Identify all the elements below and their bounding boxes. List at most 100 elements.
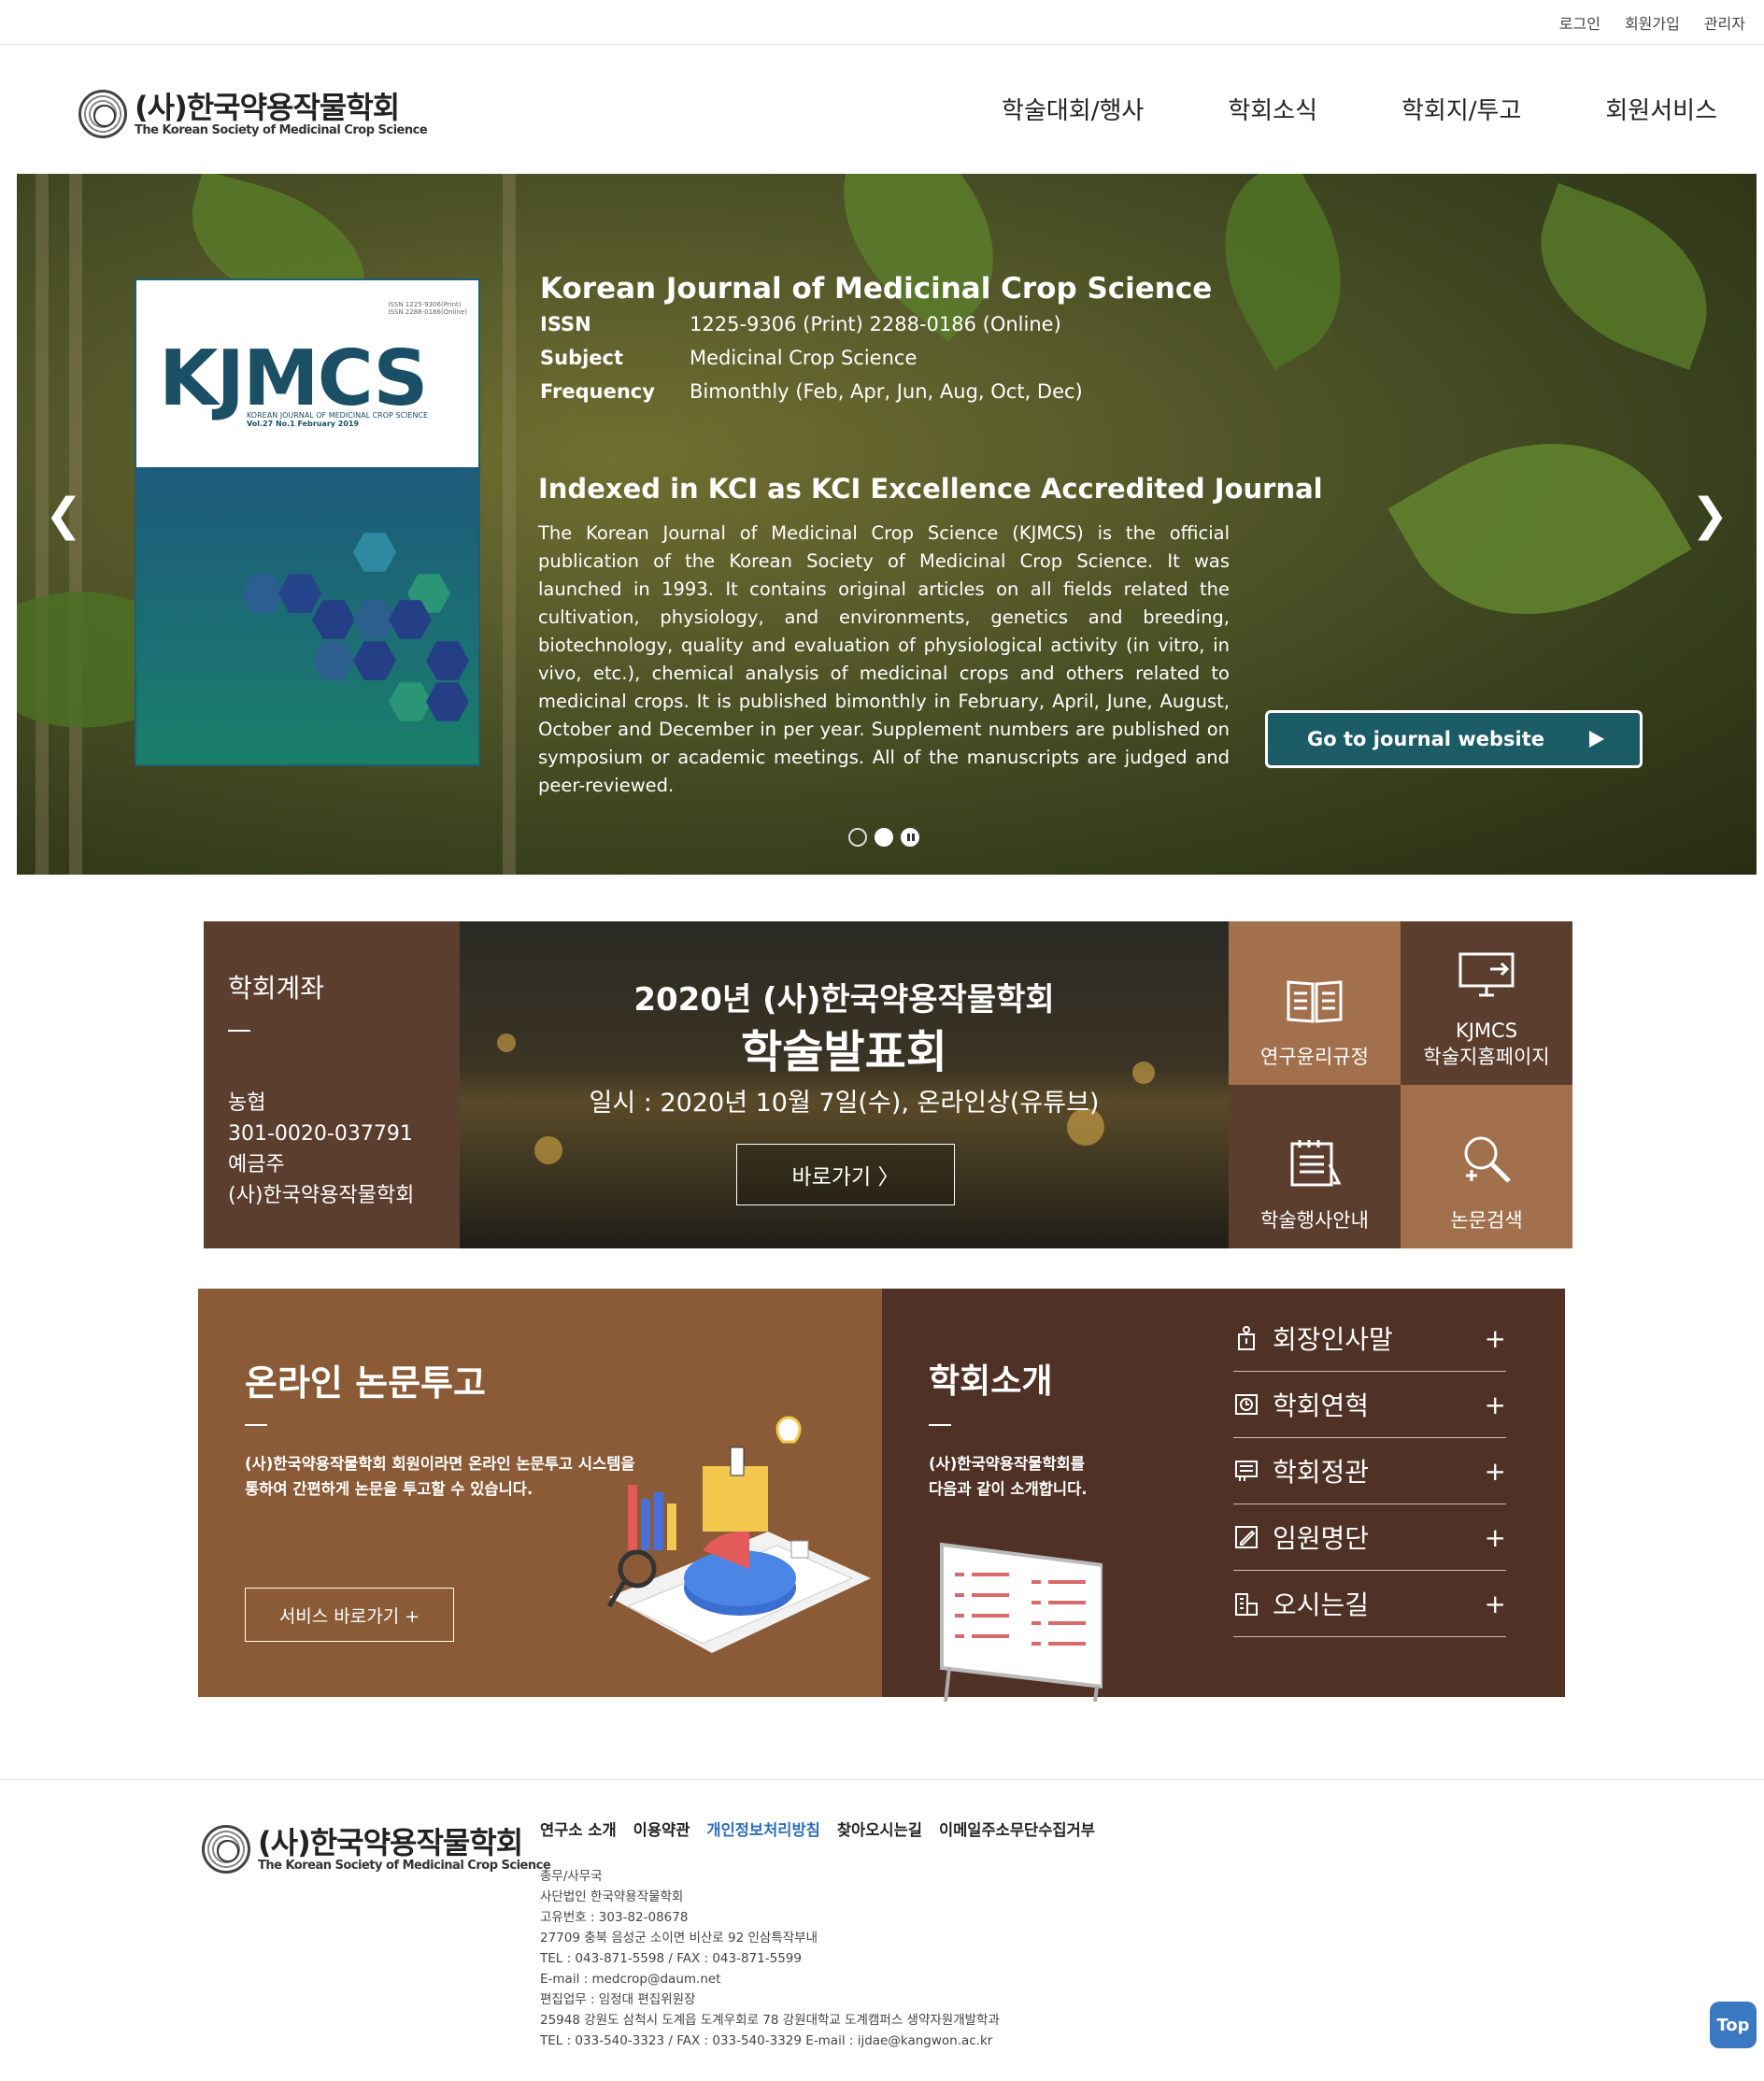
nav-item-news[interactable]: 학회소식 [1228, 92, 1317, 126]
journal-title: Korean Journal of Medicinal Crop Science [540, 272, 1213, 306]
expand-icon: + [1484, 1389, 1506, 1420]
event-title-line2: 학술발표회 [741, 1026, 947, 1078]
footer-link-directions[interactable]: 찾아오시는길 [837, 1817, 922, 1840]
quick-link-ethics[interactable]: 연구윤리규정 [1229, 921, 1401, 1085]
account-title: 학회계좌 [228, 973, 325, 1004]
expand-icon: + [1484, 1521, 1506, 1553]
logo-korean: (사)한국약용작물학회 [135, 89, 400, 125]
cover-subtitle: KOREAN JOURNAL OF MEDICINAL CROP SCIENCE… [247, 411, 429, 428]
site-logo[interactable]: (사)한국약용작물학회 The Korean Society of Medici… [78, 89, 428, 138]
hexagon-icon [353, 641, 396, 680]
scroll-top-button[interactable]: Top [1710, 2002, 1757, 2048]
account-holder: (사)한국약용작물학회 [228, 1184, 415, 1207]
pause-icon[interactable] [901, 828, 919, 847]
slide-dot-2[interactable] [875, 828, 893, 847]
slide-dot-1[interactable] [848, 828, 867, 847]
monitor-icon [1458, 952, 1515, 997]
intro-menu-history[interactable]: 학회연혁 + [1233, 1372, 1506, 1438]
quick-link-search[interactable]: 논문검색 [1401, 1085, 1572, 1248]
journal-website-button[interactable]: Go to journal website [1265, 710, 1643, 768]
quick-link-journal-home[interactable]: KJMCS 학술지홈페이지 [1401, 921, 1572, 1085]
intro-description: (사)한국약용작물학회를 다음과 같이 소개합니다. [929, 1455, 1088, 1498]
footer-logo[interactable]: (사)한국약용작물학회 The Korean Society of Medici… [202, 1824, 551, 1874]
calendar-icon [1290, 1140, 1342, 1187]
meta-subject: Subject Medicinal Crop Science [540, 347, 918, 369]
history-icon [1235, 1394, 1258, 1415]
data-analysis-illustration [606, 1416, 871, 1653]
intro-menu-officers[interactable]: 임원명단 + [1233, 1504, 1506, 1571]
divider [929, 1424, 951, 1426]
account-number: 301-0020-037791 [228, 1122, 413, 1146]
kci-headline: Indexed in KCI as KCI Excellence Accredi… [538, 473, 1323, 505]
document-icon [1235, 1461, 1258, 1481]
person-icon [1238, 1326, 1255, 1350]
search-icon [1464, 1136, 1511, 1183]
main-nav: 학술대회/행사 학회소식 학회지/투고 회원서비스 [1002, 92, 1717, 126]
footer-link-email-policy[interactable]: 이메일주소무단수집거부 [939, 1817, 1095, 1840]
slider-prev-button[interactable]: ❮ [45, 492, 82, 538]
footer-link-about[interactable]: 연구소 소개 [540, 1817, 617, 1840]
journal-description: The Korean Journal of Medicinal Crop Sci… [538, 522, 1230, 796]
journal-cover[interactable]: ISSN 1225-9306(Print) ISSN 2288-0186(Onli… [135, 278, 480, 766]
quick-links: 연구윤리규정 KJMCS 학술지홈페이지 학술행사안내 논문검색 [1229, 921, 1572, 1248]
login-link[interactable]: 로그인 [1559, 11, 1600, 34]
nav-item-conference[interactable]: 학술대회/행사 [1002, 92, 1144, 126]
account-holder-label: 예금주 [228, 1153, 285, 1176]
divider [245, 1424, 267, 1426]
hexagon-icon [426, 682, 469, 721]
quick-link-events[interactable]: 학술행사안내 [1229, 1085, 1401, 1248]
society-seal-icon [202, 1825, 250, 1874]
play-icon [1589, 731, 1604, 748]
hexagon-icon [312, 641, 355, 680]
slider-pagination [848, 828, 919, 847]
hexagon-icon [426, 641, 469, 680]
society-introduction: 학회소개 (사)한국약용작물학회를 다음과 같이 소개합니다. 회장인사말 + 학회… [882, 1289, 1565, 1702]
hexagon-icon [312, 600, 355, 639]
footer-logo-english: The Korean Society of Medicinal Crop Sci… [258, 1858, 551, 1873]
intro-menu-articles[interactable]: 학회정관 + [1233, 1438, 1506, 1504]
nav-item-journal[interactable]: 학회지/투고 [1401, 92, 1521, 126]
join-link[interactable]: 회원가입 [1625, 11, 1680, 34]
slider-next-button[interactable]: ❯ [1691, 492, 1728, 538]
whiteboard-illustration [940, 1542, 1102, 1702]
expand-icon: + [1484, 1322, 1506, 1354]
hero-slider: ISSN 1225-9306(Print) ISSN 2288-0186(Onli… [17, 174, 1757, 875]
footer-link-privacy[interactable]: 개인정보처리방침 [706, 1817, 819, 1840]
light-decoration [534, 1136, 562, 1164]
divider [228, 1030, 250, 1032]
event-go-button[interactable]: 바로가기 〉 [736, 1144, 955, 1205]
account-bank: 농협 [228, 1091, 266, 1115]
book-icon [1287, 980, 1343, 1023]
meta-frequency: Frequency Bimonthly (Feb, Apr, Jun, Aug, … [540, 380, 1083, 403]
society-account: 학회계좌 농협 301-0020-037791 예금주 (사)한국약용작물학회 [204, 921, 460, 1248]
intro-title: 학회소개 [929, 1362, 1053, 1401]
footer-link-terms[interactable]: 이용약관 [633, 1817, 690, 1840]
intro-menu: 회장인사말 + 학회연혁 + 학회정관 + 임원명단 + 오시는길 + [1233, 1305, 1506, 1637]
intro-menu-greeting[interactable]: 회장인사말 + [1233, 1305, 1506, 1372]
expand-icon: + [1484, 1588, 1506, 1619]
intro-menu-directions[interactable]: 오시는길 + [1233, 1571, 1506, 1637]
admin-link[interactable]: 관리자 [1704, 11, 1745, 34]
utility-bar: 로그인 회원가입 관리자 [0, 0, 1764, 45]
footer-logo-korean: (사)한국약용작물학회 [258, 1824, 523, 1860]
hexagon-icon [389, 682, 432, 721]
building-icon [1235, 1593, 1258, 1616]
society-seal-icon [78, 90, 127, 138]
nav-item-member[interactable]: 회원서비스 [1605, 92, 1717, 126]
hexagon-icon [278, 574, 321, 613]
logo-english: The Korean Society of Medicinal Crop Sci… [135, 122, 428, 137]
meta-issn: ISSN 1225-9306 (Print) 2288-0186 (Online) [540, 313, 1061, 335]
cover-title: KJMCS [159, 335, 428, 423]
event-banner: 2020년 (사)한국약용작물학회 학술발표회 일시 : 2020년 10월 7… [460, 921, 1229, 1248]
hexagon-icon [353, 533, 396, 572]
footer-contact-info: 총무/사무국 사단법인 한국약용작물학회 고유번호 : 303-82-08678… [540, 1869, 1000, 2048]
hexagon-icon [241, 574, 284, 613]
utility-links: 로그인 회원가입 관리자 [1559, 11, 1745, 34]
cover-hexagon-art [136, 467, 478, 764]
journal-info: Korean Journal of Medicinal Crop Science… [540, 272, 1241, 414]
submission-service-button[interactable]: 서비스 바로가기 + [245, 1588, 454, 1642]
event-date: 일시 : 2020년 10월 7일(수), 온라인상(유튜브) [589, 1089, 1100, 1118]
footer-links: 연구소 소개 이용약관 개인정보처리방침 찾아오시는길 이메일주소무단수집거부 [540, 1817, 1095, 1840]
footer: (사)한국약용작물학회 The Korean Society of Medici… [0, 1779, 1764, 2081]
expand-icon: + [1484, 1455, 1506, 1487]
